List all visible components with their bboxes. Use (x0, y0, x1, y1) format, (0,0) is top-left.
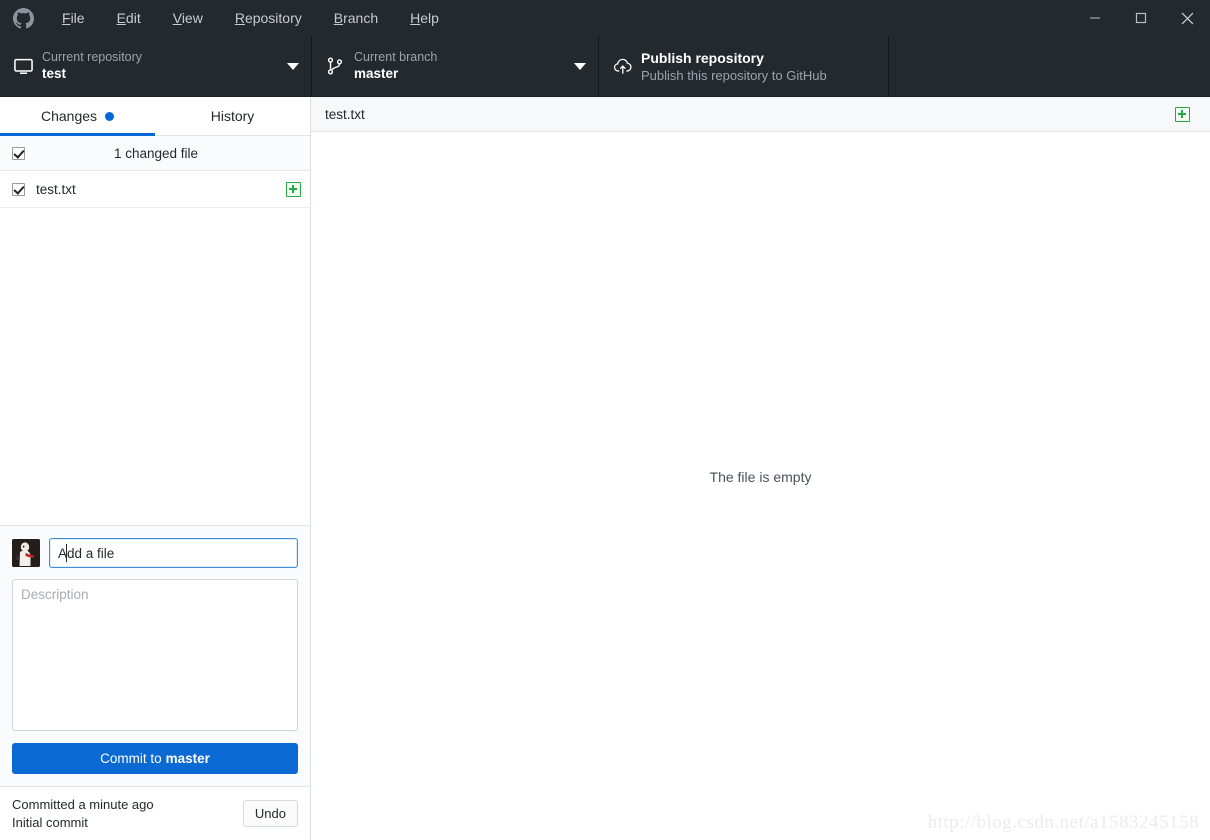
repository-monitor-icon (14, 57, 42, 76)
avatar (12, 539, 40, 567)
current-branch-button[interactable]: Current branch master (312, 36, 599, 96)
app-toolbar: Current repository test Current branch m… (0, 36, 1210, 97)
publish-repository-title: Publish repository (641, 49, 764, 66)
file-name: test.txt (36, 181, 76, 197)
publish-repository-subtitle: Publish this repository to GitHub (641, 67, 827, 83)
text-cursor (66, 544, 67, 562)
last-commit-message: Initial commit (12, 814, 88, 830)
menu-rest-branch: ranch (343, 10, 379, 26)
menu-accel-branch: B (333, 10, 344, 26)
tab-history[interactable]: History (155, 97, 310, 135)
branch-icon (326, 57, 354, 75)
current-repository-text: Current repository test (42, 49, 279, 83)
checkbox-icon (11, 182, 25, 196)
empty-file-message: The file is empty (709, 469, 812, 485)
menu-rest-view: iew (181, 10, 203, 26)
current-repository-button[interactable]: Current repository test (0, 36, 312, 96)
menu-item-view[interactable]: View (157, 0, 219, 36)
menu-rest-edit: dit (125, 10, 141, 26)
app-body: Changes History 1 changed file test.txt (0, 97, 1210, 840)
undo-commit-bar: Committed a minute ago Initial commit Un… (0, 786, 310, 840)
github-desktop-window: File Edit View Repository Branch Help Cu… (0, 0, 1210, 840)
toolbar-empty-area (889, 36, 1210, 96)
changed-files-empty-space (0, 208, 310, 525)
tab-history-label: History (210, 108, 255, 124)
menu-rest-help: elp (420, 10, 439, 26)
diff-file-name: test.txt (325, 106, 365, 122)
commit-form: Commit to master (0, 525, 310, 786)
menu-item-branch[interactable]: Branch (318, 0, 394, 36)
plus-added-icon (1165, 106, 1199, 122)
menu-item-repository[interactable]: Repository (219, 0, 318, 36)
menu-accel-help: H (410, 10, 421, 26)
chevron-down-icon (574, 62, 586, 70)
changed-files-count: 1 changed file (113, 145, 199, 161)
commit-summary-row (12, 538, 298, 568)
diff-pane: test.txt The file is empty http://blog.c… (311, 97, 1210, 840)
menu-rest-file: ile (70, 10, 85, 26)
commit-description-input[interactable] (12, 579, 298, 731)
last-commit-info: Committed a minute ago Initial commit (12, 796, 243, 832)
file-checkbox[interactable] (0, 182, 36, 196)
undo-button[interactable]: Undo (242, 800, 298, 827)
commit-button[interactable]: Commit to master (12, 743, 298, 774)
plus-added-icon (276, 181, 310, 197)
watermark-text: http://blog.csdn.net/a1583245158 (927, 812, 1199, 833)
cloud-upload-icon (613, 56, 641, 76)
current-repository-label: Current repository (42, 50, 143, 64)
minimize-icon[interactable] (1072, 0, 1118, 36)
publish-repository-button[interactable]: Publish repository Publish this reposito… (599, 36, 889, 96)
publish-repository-text: Publish repository Publish this reposito… (641, 49, 876, 84)
last-commit-time: Committed a minute ago (12, 796, 154, 812)
menu-rest-repository: epository (244, 10, 302, 26)
current-branch-label: Current branch (354, 50, 438, 64)
sidebar: Changes History 1 changed file test.txt (0, 97, 311, 840)
plus-added-glyph (1174, 106, 1190, 122)
diff-file-header: test.txt (311, 97, 1210, 132)
tab-changes-label: Changes (40, 108, 98, 124)
menu-item-edit[interactable]: Edit (101, 0, 157, 36)
diff-content-area: The file is empty http://blog.csdn.net/a… (311, 132, 1210, 840)
chevron-down-icon (287, 62, 299, 70)
menu-accel-view: V (172, 10, 182, 26)
table-row[interactable]: test.txt (0, 171, 310, 208)
tab-changes[interactable]: Changes (0, 97, 155, 136)
commit-button-branch: master (165, 751, 210, 766)
commit-summary-wrap (49, 538, 298, 568)
menu-bar: File Edit View Repository Branch Help (46, 0, 455, 36)
close-icon[interactable] (1164, 0, 1210, 36)
changed-files-header: 1 changed file (0, 136, 310, 171)
menu-accel-repository: R (234, 10, 245, 26)
plus-added-glyph (285, 181, 301, 197)
menu-item-help[interactable]: Help (394, 0, 455, 36)
checkbox-icon (11, 146, 25, 160)
menu-accel-edit: E (116, 10, 126, 26)
window-controls (1072, 0, 1210, 36)
current-repository-value: test (42, 66, 67, 81)
commit-summary-input[interactable] (49, 538, 298, 568)
current-branch-text: Current branch master (354, 49, 566, 83)
commit-button-prefix: Commit to (100, 751, 162, 766)
menu-item-file[interactable]: File (46, 0, 101, 36)
menu-accel-file: F (62, 10, 71, 26)
maximize-icon[interactable] (1118, 0, 1164, 36)
github-octocat-icon (0, 7, 46, 29)
title-bar: File Edit View Repository Branch Help (0, 0, 1210, 36)
changes-indicator-dot (105, 111, 115, 121)
sidebar-tabs: Changes History (0, 97, 310, 136)
current-branch-value: master (354, 66, 399, 81)
select-all-checkbox[interactable] (0, 146, 36, 160)
